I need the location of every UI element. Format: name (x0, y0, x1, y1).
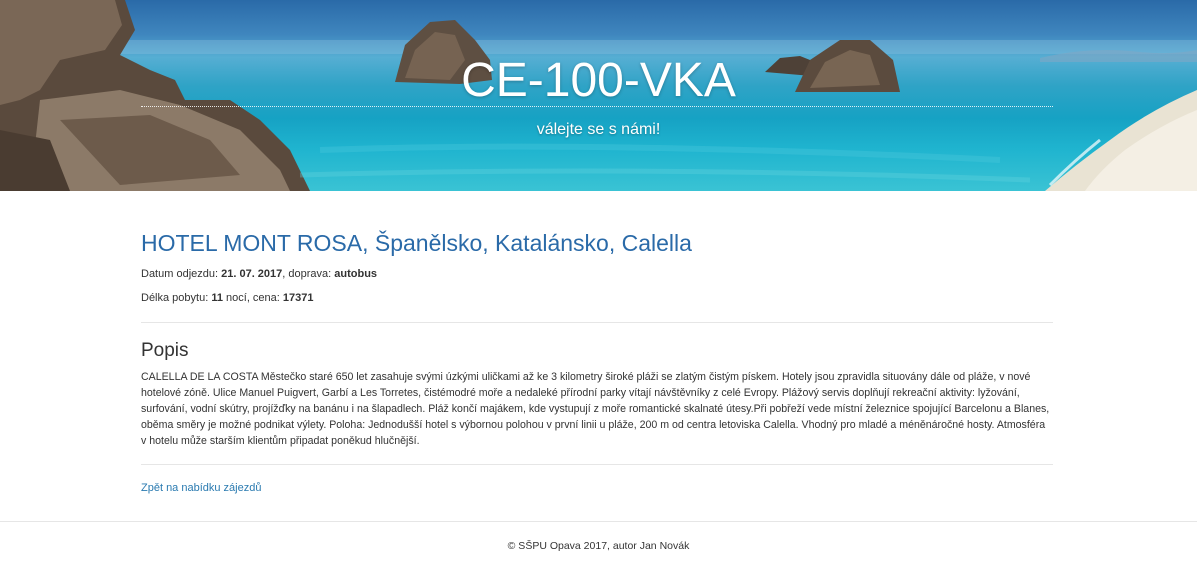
price-value: 17371 (282, 292, 314, 304)
footer-divider (0, 521, 1197, 522)
hero-banner: CE-100-VKA válejte se s námi! (0, 0, 1197, 191)
nights-price-label: nocí, cena: (222, 292, 283, 304)
departure-label: Datum odjezdu: (141, 268, 222, 280)
site-tagline: válejte se s námi! (536, 121, 661, 138)
site-brand[interactable]: CE-100-VKA (0, 52, 1197, 110)
divider (141, 322, 1053, 323)
header-divider (141, 106, 1053, 107)
transport-label: , doprava: (282, 268, 335, 280)
description-text: CALELLA DE LA COSTA Městečko staré 650 l… (141, 371, 1050, 447)
departure-info: Datum odjezdu: 21. 07. 2017, doprava: au… (141, 268, 377, 280)
divider (141, 464, 1053, 465)
stay-label: Délka pobytu: (141, 292, 212, 304)
hotel-title: HOTEL MONT ROSA, Španělsko, Katalánsko, … (141, 230, 692, 256)
departure-date: 21. 07. 2017 (221, 268, 283, 280)
description-heading: Popis (141, 340, 189, 361)
transport-value: autobus (334, 268, 378, 280)
back-to-offers-link[interactable]: Zpět na nabídku zájezdů (141, 482, 261, 494)
footer-copyright: © SŠPU Opava 2017, autor Jan Novák (507, 540, 690, 552)
stay-info: Délka pobytu: 11 nocí, cena: 17371 (141, 292, 314, 304)
stay-nights: 11 (211, 292, 223, 304)
